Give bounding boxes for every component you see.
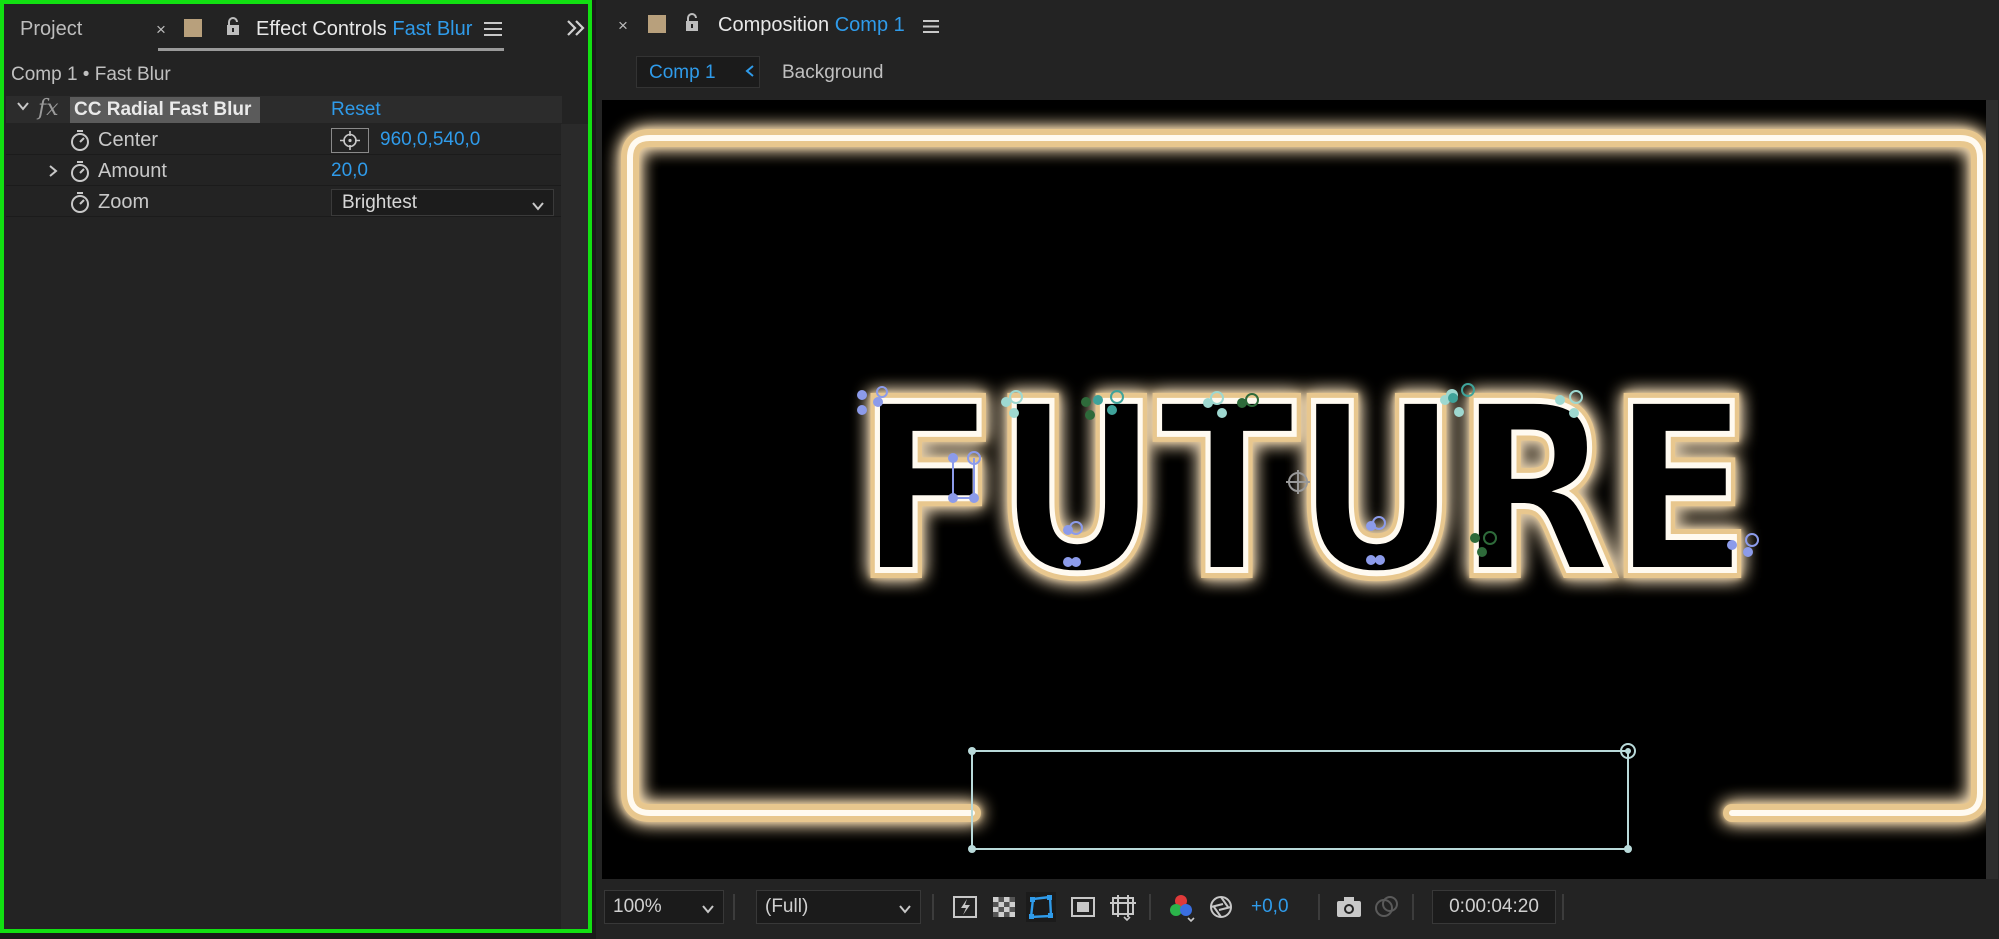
property-label-zoom: Zoom [98,191,150,213]
property-row-amount: Amount 20,0 [6,156,562,186]
label-color-swatch[interactable] [648,15,666,33]
fast-previews-icon[interactable] [950,892,980,922]
fx-icon[interactable]: fx [38,96,59,121]
chevron-left-icon[interactable] [745,64,755,83]
active-tab-indicator [158,48,504,51]
close-icon[interactable]: × [618,16,628,36]
effect-header-row[interactable]: fx CC Radial Fast Blur Reset [6,96,562,123]
tab-composition[interactable]: Composition Comp 1 [718,14,905,37]
reset-link[interactable]: Reset [331,99,381,121]
composition-viewer[interactable]: FUTURE FUTURE [602,100,1986,879]
toolbar-separator [1149,894,1151,920]
chevron-right-icon[interactable] [48,164,58,183]
tab-project[interactable]: Project [20,18,82,41]
composition-view-tabs: Comp 1 Background [596,50,1999,96]
property-row-center: Center 960,0,540,0 [6,125,562,155]
toolbar-separator [1318,894,1320,920]
stopwatch-icon[interactable] [70,192,90,214]
shape-bounding-box[interactable] [968,743,1636,853]
property-row-zoom: Zoom Brightest [6,187,562,217]
chevron-down-icon [701,899,715,921]
resolution-dropdown[interactable]: (Full) [756,890,921,924]
current-time-display[interactable]: 0:00:04:20 [1432,890,1556,924]
toolbar-separator [1412,894,1414,920]
viewer-scroll-edge[interactable] [1986,100,1998,879]
effect-controls-breadcrumb: Comp 1 • Fast Blur [11,64,171,85]
zoom-dropdown[interactable]: Brightest [331,189,554,216]
tab-effect-controls-prefix: Effect Controls [256,18,387,40]
double-chevron-right-icon[interactable] [565,18,587,43]
magnification-value: 100% [613,896,662,917]
panel-tab-bar: Project × Effect Controls Fast Blur [4,4,588,54]
composition-canvas: FUTURE FUTURE [621,129,1986,853]
composition-panel: × Composition Comp 1 Comp 1 Background F… [596,0,1999,939]
property-label-amount: Amount [98,160,167,182]
grid-guides-icon[interactable] [1108,892,1138,922]
snapshot-camera-icon[interactable] [1334,892,1364,922]
viewer-toolbar: 100% (Full) +0,0 0:00:04:20 [596,886,1999,929]
timecode-value: 0:00:04:20 [1449,896,1539,917]
color-channels-icon[interactable] [1166,892,1196,923]
close-icon[interactable]: × [156,20,166,40]
mask-path-visibility-icon[interactable] [1026,892,1056,922]
tab-effect-controls-layer: Fast Blur [392,18,473,40]
chevron-down-icon [898,899,912,921]
magnification-dropdown[interactable]: 100% [604,890,724,924]
hamburger-menu-icon[interactable] [923,20,939,38]
tab-effect-controls[interactable]: Effect Controls Fast Blur [256,18,472,41]
crosshair-icon[interactable] [331,128,369,153]
show-snapshot-icon[interactable] [1371,892,1401,922]
lock-icon[interactable] [684,13,700,38]
view-tab-comp-1[interactable]: Comp 1 [636,56,760,88]
stopwatch-icon[interactable] [70,161,90,183]
region-of-interest-icon[interactable] [1068,892,1098,922]
chevron-down-icon [531,196,545,218]
lock-icon[interactable] [225,17,241,42]
resolution-value: (Full) [765,896,809,917]
exposure-reset-icon[interactable] [1206,892,1236,922]
exposure-value[interactable]: +0,0 [1251,896,1289,918]
property-label-center: Center [98,129,159,151]
tab-composition-prefix: Composition [718,14,830,36]
toolbar-separator [733,894,735,920]
composition-tab-bar: × Composition Comp 1 [596,0,1999,50]
view-tab-background[interactable]: Background [782,62,883,84]
label-color-swatch[interactable] [184,19,202,37]
transparency-grid-icon[interactable] [989,892,1019,922]
view-tab-comp-1-label: Comp 1 [649,62,716,83]
toolbar-separator [1562,894,1564,920]
stopwatch-icon[interactable] [70,130,90,152]
panel-scrollbar[interactable] [561,124,588,929]
tab-composition-name: Comp 1 [834,14,905,36]
amount-value[interactable]: 20,0 [331,160,368,182]
zoom-dropdown-value: Brightest [342,192,417,213]
effect-controls-panel: Project × Effect Controls Fast Blur Comp… [0,0,592,933]
chevron-down-icon[interactable] [16,99,30,118]
toolbar-separator [932,894,934,920]
center-value[interactable]: 960,0,540,0 [380,129,480,151]
effect-name[interactable]: CC Radial Fast Blur [70,97,260,123]
hamburger-menu-icon[interactable] [484,22,502,41]
